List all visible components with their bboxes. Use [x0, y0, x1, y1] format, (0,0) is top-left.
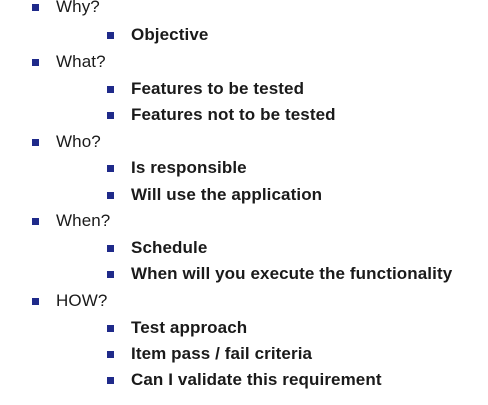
square-bullet-icon [107, 350, 114, 358]
outline-heading: What? [56, 52, 106, 71]
outline-subitem-label: Can I validate this requirement [131, 370, 382, 389]
bullet-outline: Why? Objective What? Features to be test… [0, 0, 488, 405]
outline-heading: When? [56, 211, 111, 230]
outline-subitem-label: Item pass / fail criteria [131, 344, 313, 363]
outline-subitem: Features not to be tested [107, 104, 336, 126]
outline-subitem-label: Objective [131, 25, 209, 44]
square-bullet-icon [32, 138, 39, 146]
outline-subitem: Objective [107, 24, 208, 46]
outline-item-who: Who? [32, 131, 101, 153]
square-bullet-icon [32, 3, 39, 11]
outline-subitem: Item pass / fail criteria [107, 343, 312, 365]
square-bullet-icon [32, 297, 39, 305]
outline-subitem: Schedule [107, 237, 207, 259]
square-bullet-icon [32, 58, 39, 66]
outline-subitem-label: When will you execute the functionality [131, 264, 453, 283]
square-bullet-icon [107, 270, 114, 278]
square-bullet-icon [107, 85, 114, 93]
outline-heading: HOW? [56, 291, 108, 310]
square-bullet-icon [107, 376, 114, 384]
outline-subitem-label: Test approach [131, 318, 248, 337]
square-bullet-icon [107, 244, 114, 252]
square-bullet-icon [107, 191, 114, 199]
outline-subitem: Will use the application [107, 184, 322, 206]
outline-heading: Who? [56, 132, 101, 151]
outline-subitem: Features to be tested [107, 78, 304, 100]
square-bullet-icon [32, 217, 39, 225]
outline-subitem-label: Schedule [131, 238, 208, 257]
outline-subitem: When will you execute the functionality [107, 263, 452, 285]
outline-subitem-label: Is responsible [131, 158, 247, 177]
outline-item-when: When? [32, 210, 110, 232]
outline-heading: Why? [56, 0, 100, 16]
outline-subitem: Is responsible [107, 157, 247, 179]
outline-item-what: What? [32, 51, 106, 73]
outline-subitem: Can I validate this requirement [107, 369, 382, 391]
square-bullet-icon [107, 164, 114, 172]
square-bullet-icon [107, 111, 114, 119]
outline-subitem-label: Will use the application [131, 185, 323, 204]
outline-subitem-label: Features to be tested [131, 79, 305, 98]
outline-item-how: HOW? [32, 290, 107, 312]
square-bullet-icon [107, 324, 114, 332]
outline-item-why: Why? [32, 0, 100, 18]
outline-subitem-label: Features not to be tested [131, 105, 336, 124]
square-bullet-icon [107, 31, 114, 39]
outline-subitem: Test approach [107, 317, 247, 339]
